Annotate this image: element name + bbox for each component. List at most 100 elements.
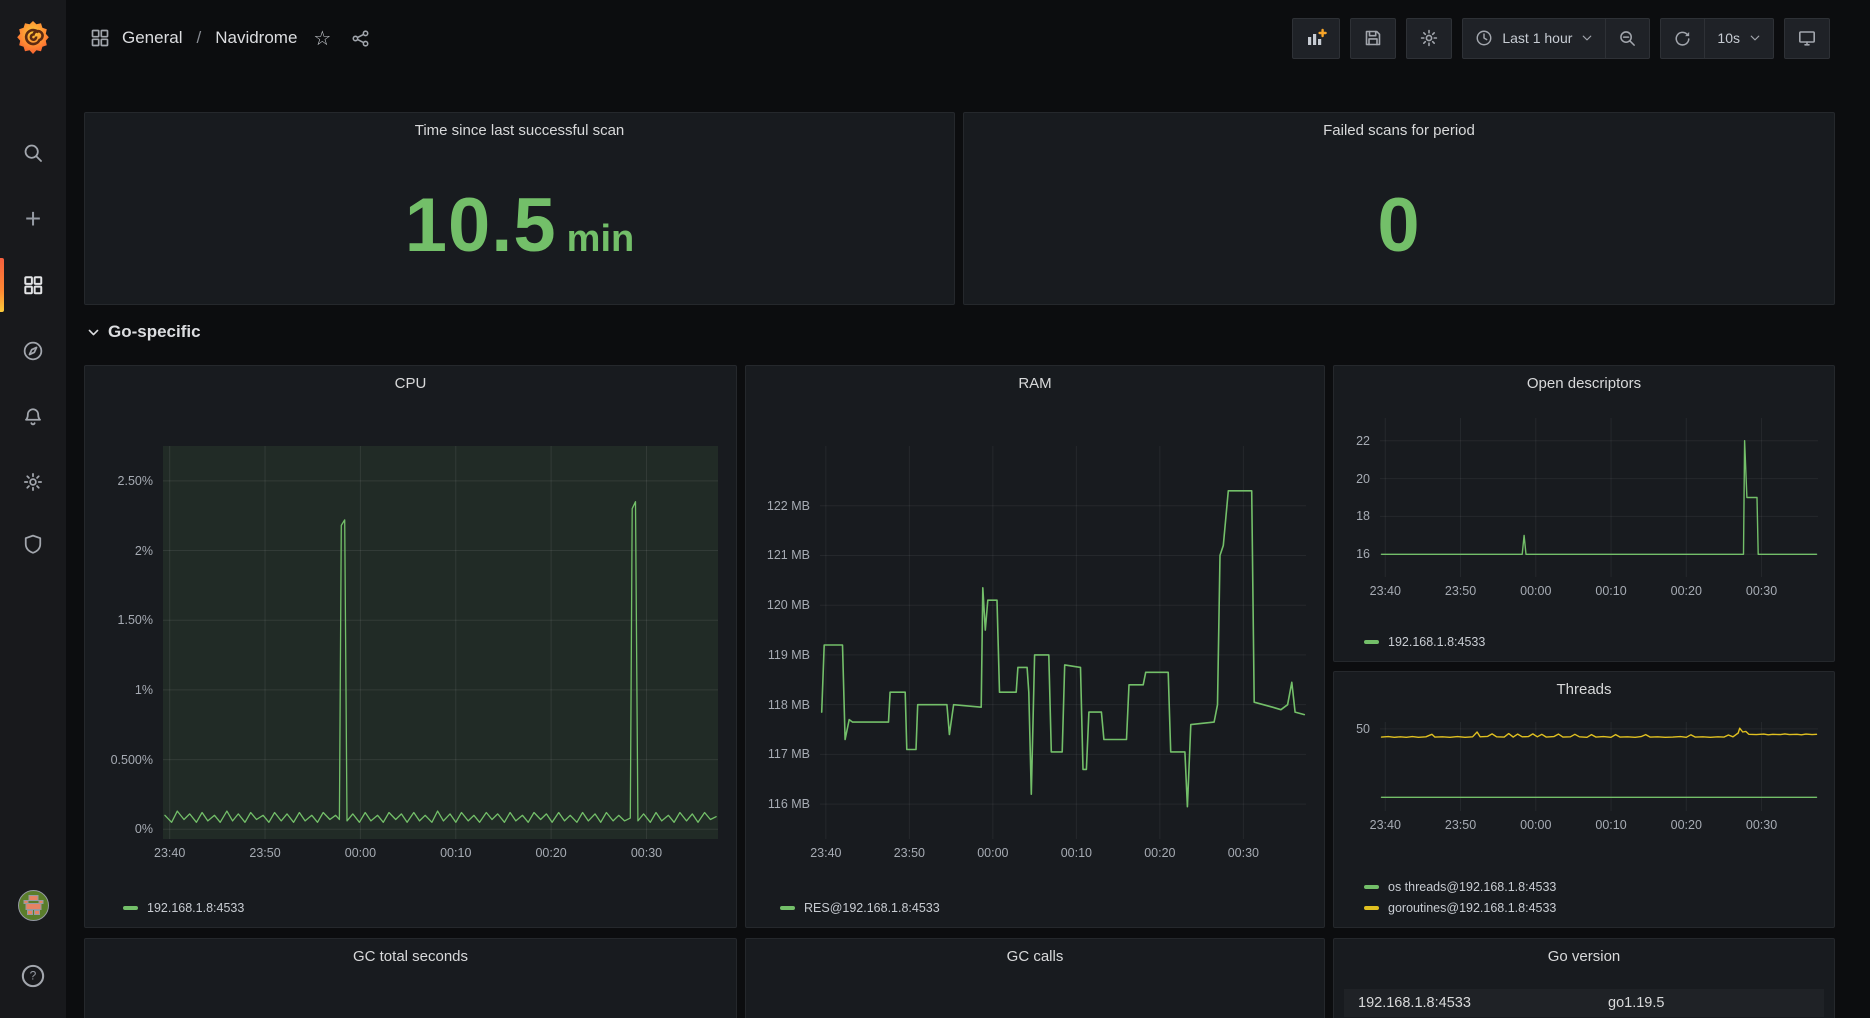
time-range-picker[interactable]: Last 1 hour xyxy=(1463,19,1605,58)
refresh-button[interactable] xyxy=(1661,19,1704,58)
y-tick-label: 16 xyxy=(1346,547,1370,561)
sidebar-item-alerting[interactable] xyxy=(0,394,66,440)
x-tick-label: 00:00 xyxy=(1520,818,1551,832)
go-version-row: 192.168.1.8:4533 go1.19.5 xyxy=(1344,989,1824,1017)
chart-zone: 16182022 23:4023:5000:0000:1000:2000:30 xyxy=(1346,418,1818,601)
stat-unit: min xyxy=(567,218,635,261)
y-tick-label: 1% xyxy=(99,683,153,697)
shield-icon xyxy=(22,533,44,555)
panel-title[interactable]: GC calls xyxy=(746,939,1324,965)
panel-title[interactable]: Open descriptors xyxy=(1334,366,1834,392)
x-tick-label: 00:00 xyxy=(1520,584,1551,598)
favorite-star-icon[interactable]: ☆ xyxy=(309,24,335,53)
x-tick-label: 23:50 xyxy=(1445,818,1476,832)
bell-icon xyxy=(22,406,44,428)
stat-value: 0 xyxy=(1377,182,1420,269)
panel-ram: RAM 116 MB117 MB118 MB119 MB120 MB121 MB… xyxy=(745,365,1325,928)
panel-title[interactable]: Go version xyxy=(1334,939,1834,965)
panel-title[interactable]: GC total seconds xyxy=(85,939,736,965)
compass-icon xyxy=(22,340,44,362)
zoom-out-button[interactable] xyxy=(1605,19,1649,58)
go-version-host: 192.168.1.8:4533 xyxy=(1344,995,1471,1011)
panel-failed-scans: Failed scans for period 0 xyxy=(963,112,1835,305)
legend: 192.168.1.8:4533 xyxy=(123,901,244,915)
sidebar-item-server-admin[interactable] xyxy=(0,521,66,567)
legend-item[interactable]: RES@192.168.1.8:4533 xyxy=(780,901,940,915)
y-tick-label: 22 xyxy=(1346,434,1370,448)
chevron-down-icon xyxy=(87,326,100,339)
x-tick-label: 00:10 xyxy=(1595,584,1626,598)
refresh-interval-picker[interactable]: 10s xyxy=(1704,19,1773,58)
panel-cpu: CPU 0%0.500%1%1.50%2%2.50% 23:4023:5000:… xyxy=(84,365,737,928)
y-tick-label: 116 MB xyxy=(758,797,810,811)
plus-icon: + xyxy=(25,205,41,233)
sidebar-item-configuration[interactable] xyxy=(0,459,66,505)
plot-area[interactable] xyxy=(1380,418,1818,577)
refresh-interval-label: 10s xyxy=(1717,30,1740,46)
sidebar-item-search[interactable] xyxy=(0,130,66,176)
grafana-logo[interactable] xyxy=(0,0,66,76)
x-tick-label: 00:30 xyxy=(631,846,662,860)
x-tick-label: 00:30 xyxy=(1746,818,1777,832)
refresh-group: 10s xyxy=(1660,18,1774,59)
legend-swatch xyxy=(780,906,795,910)
x-tick-label: 23:40 xyxy=(1370,818,1401,832)
panel-title[interactable]: Failed scans for period xyxy=(964,113,1834,139)
go-version-value: go1.19.5 xyxy=(1608,995,1664,1011)
x-axis: 23:4023:5000:0000:1000:2000:30 xyxy=(1380,581,1818,601)
sidebar-item-help[interactable]: ? xyxy=(0,953,66,999)
legend-series-name: 192.168.1.8:4533 xyxy=(1388,635,1485,649)
plot-area[interactable] xyxy=(1380,722,1818,811)
breadcrumb-section[interactable]: General xyxy=(122,28,182,48)
tv-mode-button[interactable] xyxy=(1784,18,1830,59)
sidebar-item-create[interactable]: + xyxy=(0,196,66,242)
save-dashboard-button[interactable] xyxy=(1350,18,1396,59)
panel-go-version: Go version 192.168.1.8:4533 go1.19.5 xyxy=(1333,938,1835,1018)
y-tick-label: 20 xyxy=(1346,472,1370,486)
x-tick-label: 00:20 xyxy=(1671,818,1702,832)
section-header-go-specific[interactable]: Go-specific xyxy=(87,322,201,342)
sidebar-item-dashboards[interactable] xyxy=(0,262,66,308)
panel-title[interactable]: RAM xyxy=(746,366,1324,392)
sidebar-item-explore[interactable] xyxy=(0,328,66,374)
legend-item[interactable]: 192.168.1.8:4533 xyxy=(123,901,244,915)
panel-title[interactable]: Threads xyxy=(1334,672,1834,698)
plot-area[interactable] xyxy=(820,446,1306,839)
y-tick-label: 122 MB xyxy=(758,499,810,513)
share-icon[interactable] xyxy=(347,27,374,50)
y-tick-label: 118 MB xyxy=(758,698,810,712)
plot-area[interactable] xyxy=(163,446,718,839)
breadcrumb-page[interactable]: Navidrome xyxy=(215,28,297,48)
panel-title[interactable]: CPU xyxy=(85,366,736,392)
stat-body: 10.5 min xyxy=(85,147,954,304)
legend-item[interactable]: 192.168.1.8:4533 xyxy=(1364,635,1485,649)
stat-number: 0 xyxy=(1377,182,1420,269)
add-panel-button[interactable] xyxy=(1292,18,1340,59)
time-picker-group: Last 1 hour xyxy=(1462,18,1650,59)
legend-item[interactable]: goroutines@192.168.1.8:4533 xyxy=(1364,901,1556,915)
x-axis: 23:4023:5000:0000:1000:2000:30 xyxy=(1380,815,1818,835)
chart-zone: 116 MB117 MB118 MB119 MB120 MB121 MB122 … xyxy=(758,446,1306,863)
y-axis: 0%0.500%1%1.50%2%2.50% xyxy=(99,446,163,839)
sidebar-item-profile[interactable] xyxy=(0,882,66,928)
panel-title[interactable]: Time since last successful scan xyxy=(85,113,954,139)
grafana-logo-icon xyxy=(14,19,52,57)
dashboard-content: Jobs Time since last successful scan 10.… xyxy=(66,0,1870,1018)
x-tick-label: 00:00 xyxy=(977,846,1008,860)
user-avatar xyxy=(18,890,49,921)
x-tick-label: 00:10 xyxy=(440,846,471,860)
chevron-down-icon xyxy=(1749,32,1761,44)
stat-value: 10.5 min xyxy=(405,182,634,269)
y-tick-label: 0% xyxy=(99,822,153,836)
panel-scan-time: Time since last successful scan 10.5 min xyxy=(84,112,955,305)
dashboard-settings-button[interactable] xyxy=(1406,18,1452,59)
y-tick-label: 18 xyxy=(1346,509,1370,523)
apps-grid-icon xyxy=(90,28,110,48)
clock-icon xyxy=(1475,29,1493,47)
add-panel-icon xyxy=(1305,27,1327,49)
section-go-specific-label: Go-specific xyxy=(108,322,201,342)
y-axis: 50 xyxy=(1346,722,1380,811)
active-indicator xyxy=(0,258,4,312)
legend-item[interactable]: os threads@192.168.1.8:4533 xyxy=(1364,880,1556,894)
y-tick-label: 2.50% xyxy=(99,474,153,488)
